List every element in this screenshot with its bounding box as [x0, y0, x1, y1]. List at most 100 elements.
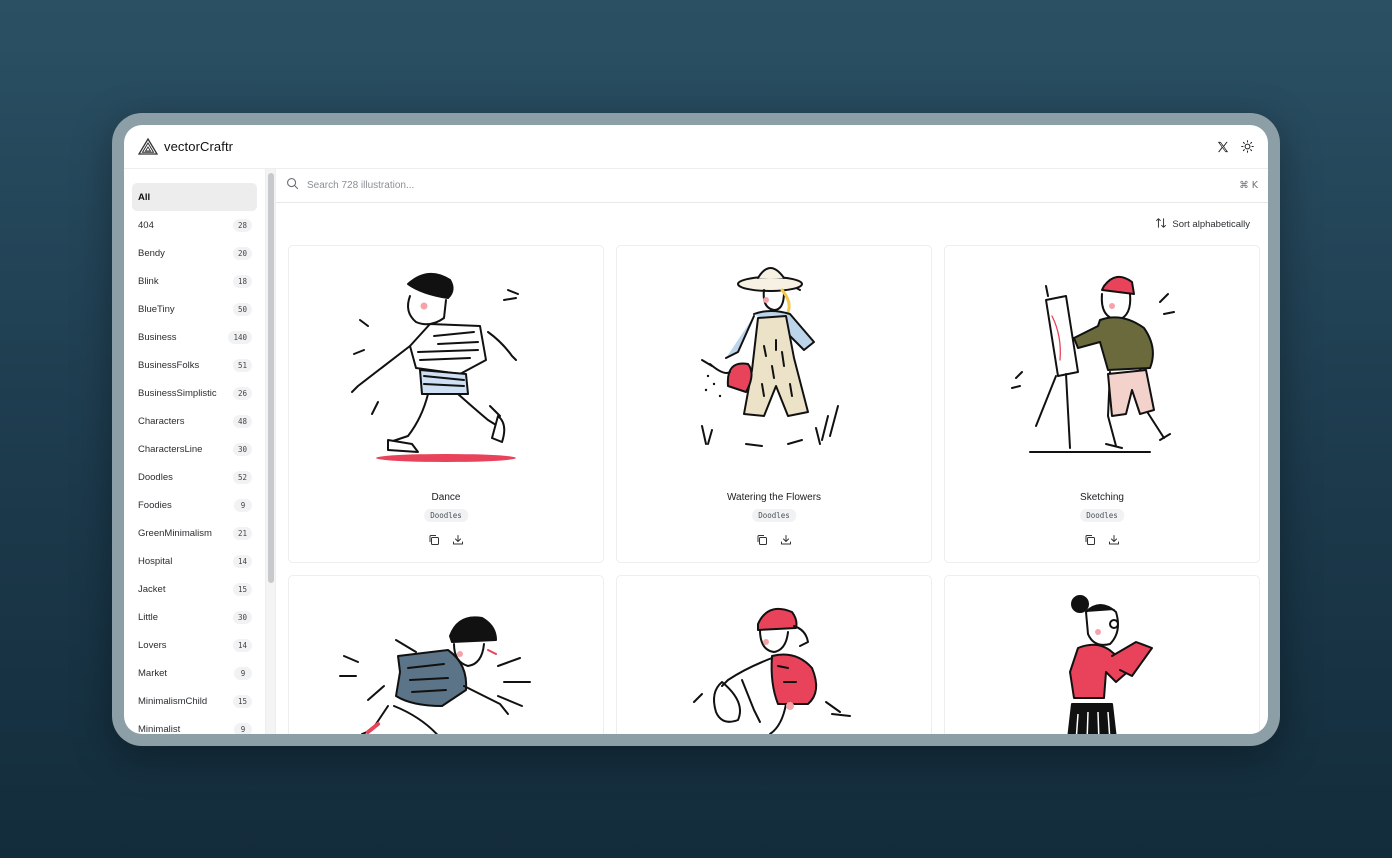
- sidebar-scroll-thumb[interactable]: [268, 173, 274, 583]
- download-icon[interactable]: [780, 534, 792, 546]
- sidebar-item-label: All: [138, 191, 151, 203]
- sidebar-item-count-badge: 52: [232, 470, 252, 484]
- search-bar: ⌘ K: [276, 169, 1268, 203]
- search-icon: [286, 177, 299, 195]
- sidebar-item-label: Lovers: [138, 639, 167, 651]
- sidebar-item-label: Doodles: [138, 471, 173, 483]
- sort-label: Sort alphabetically: [1172, 218, 1250, 230]
- sidebar-item-label: Market: [138, 667, 168, 679]
- card-tag[interactable]: Doodles: [1080, 509, 1124, 522]
- sidebar-item-count-badge: 48: [232, 414, 252, 428]
- triangle-logo-icon: [137, 137, 159, 157]
- sidebar-item-all[interactable]: All: [132, 183, 257, 211]
- sidebar-item-label: 404: [138, 219, 154, 231]
- brand[interactable]: vectorCraftr: [137, 137, 234, 157]
- sidebar-item-blink[interactable]: Blink 18: [132, 267, 257, 295]
- sidebar-item-label: Bendy: [138, 247, 165, 259]
- sidebar-item-label: Hospital: [138, 555, 173, 567]
- sidebar-item-lovers[interactable]: Lovers 14: [132, 631, 257, 659]
- sidebar-item-label: Characters: [138, 415, 185, 427]
- sidebar-item-count-badge: 14: [232, 638, 252, 652]
- download-icon[interactable]: [452, 534, 464, 546]
- card-tag[interactable]: Doodles: [752, 509, 796, 522]
- x-twitter-icon[interactable]: [1217, 141, 1229, 153]
- sidebar-item-bluetiny[interactable]: BlueTiny 50: [132, 295, 257, 323]
- copy-icon[interactable]: [428, 534, 440, 546]
- app-body: All 404 28 Bendy 20 Blink 18 BlueTiny 50 Business…: [124, 169, 1268, 734]
- sidebar-item-count-badge: 50: [232, 302, 252, 316]
- sidebar-item-charactersline[interactable]: CharactersLine 30: [132, 435, 257, 463]
- sidebar-item-count-badge: 14: [232, 554, 252, 568]
- sidebar-item-minimalist[interactable]: Minimalist 9: [132, 715, 257, 734]
- sidebar-item-jacket[interactable]: Jacket 15: [132, 575, 257, 603]
- running-kid-beanie-illustration: [338, 586, 554, 734]
- sidebar-item-little[interactable]: Little 30: [132, 603, 257, 631]
- device-frame: vectorCraftr All 404 28 Bendy 20 Blink 1…: [112, 113, 1280, 746]
- illustration-card[interactable]: [616, 575, 932, 734]
- sidebar-item-count-badge: 9: [234, 666, 252, 680]
- sidebar-item-count-badge: 51: [232, 358, 252, 372]
- illustration-card[interactable]: [944, 575, 1260, 734]
- illustration-card[interactable]: Sketching Doodles: [944, 245, 1260, 563]
- card-actions: [945, 534, 1259, 546]
- category-list: All 404 28 Bendy 20 Blink 18 BlueTiny 50 Business…: [132, 183, 275, 734]
- sort-bar: Sort alphabetically: [276, 203, 1268, 245]
- search-shortcut: ⌘ K: [1239, 180, 1258, 191]
- sidebar-item-business[interactable]: Business 140: [132, 323, 257, 351]
- sidebar-item-label: Little: [138, 611, 159, 623]
- sidebar-item-count-badge: 20: [232, 246, 252, 260]
- gardener-watering-illustration: [666, 256, 882, 476]
- sidebar-item-label: Business: [138, 331, 177, 343]
- sidebar-item-foodies[interactable]: Foodies 9: [132, 491, 257, 519]
- card-tag[interactable]: Doodles: [424, 509, 468, 522]
- sidebar-item-bendy[interactable]: Bendy 20: [132, 239, 257, 267]
- sidebar-item-count-badge: 30: [232, 442, 252, 456]
- sidebar-item-label: Minimalist: [138, 723, 181, 735]
- sort-button[interactable]: Sort alphabetically: [1155, 217, 1250, 232]
- card-title: Dance: [431, 492, 461, 503]
- sidebar-item-count-badge: 15: [232, 694, 252, 708]
- illustration-card[interactable]: Watering the Flowers Doodles: [616, 245, 932, 563]
- sidebar-item-count-badge: 21: [232, 526, 252, 540]
- sidebar-item-doodles[interactable]: Doodles 52: [132, 463, 257, 491]
- sort-arrows-icon: [1155, 217, 1167, 232]
- copy-icon[interactable]: [1084, 534, 1096, 546]
- sidebar-item-label: Jacket: [138, 583, 166, 595]
- card-actions: [617, 534, 931, 546]
- sidebar-item-count-badge: 18: [232, 274, 252, 288]
- sidebar-item-label: GreenMinimalism: [138, 527, 212, 539]
- sidebar-item-hospital[interactable]: Hospital 14: [132, 547, 257, 575]
- card-actions: [289, 534, 603, 546]
- sidebar-item-label: Blink: [138, 275, 159, 287]
- sidebar-item-404[interactable]: 404 28: [132, 211, 257, 239]
- brand-name: vectorCraftr: [164, 139, 234, 154]
- sidebar-item-label: BlueTiny: [138, 303, 175, 315]
- sidebar-item-characters[interactable]: Characters 48: [132, 407, 257, 435]
- sidebar-item-label: BusinessFolks: [138, 359, 200, 371]
- top-bar: vectorCraftr: [124, 125, 1268, 169]
- card-title: Watering the Flowers: [726, 492, 822, 503]
- sidebar-item-minimalismchild[interactable]: MinimalismChild 15: [132, 687, 257, 715]
- woman-reading-book-illustration: [994, 586, 1210, 734]
- sidebar-scrollbar[interactable]: [265, 169, 275, 734]
- sidebar-item-count-badge: 140: [228, 330, 252, 344]
- search-input[interactable]: [307, 180, 1232, 191]
- illustration-card[interactable]: Dance Doodles: [288, 245, 604, 563]
- illustration-card[interactable]: [288, 575, 604, 734]
- sidebar-item-label: CharactersLine: [138, 443, 203, 455]
- sidebar-item-label: BusinessSimplistic: [138, 387, 217, 399]
- copy-icon[interactable]: [756, 534, 768, 546]
- sidebar-item-greenminimalism[interactable]: GreenMinimalism 21: [132, 519, 257, 547]
- sidebar-item-label: Foodies: [138, 499, 172, 511]
- app-window: vectorCraftr All 404 28 Bendy 20 Blink 1…: [124, 125, 1268, 734]
- download-icon[interactable]: [1108, 534, 1120, 546]
- sidebar-item-count-badge: 15: [232, 582, 252, 596]
- sidebar-item-count-badge: 9: [234, 498, 252, 512]
- painter-at-easel-illustration: [994, 256, 1210, 476]
- sidebar-item-businessfolks[interactable]: BusinessFolks 51: [132, 351, 257, 379]
- sidebar-item-businesssimplistic[interactable]: BusinessSimplistic 26: [132, 379, 257, 407]
- sidebar-item-count-badge: 9: [234, 722, 252, 734]
- sun-icon[interactable]: [1241, 140, 1254, 153]
- category-sidebar: All 404 28 Bendy 20 Blink 18 BlueTiny 50 Business…: [124, 169, 276, 734]
- sidebar-item-market[interactable]: Market 9: [132, 659, 257, 687]
